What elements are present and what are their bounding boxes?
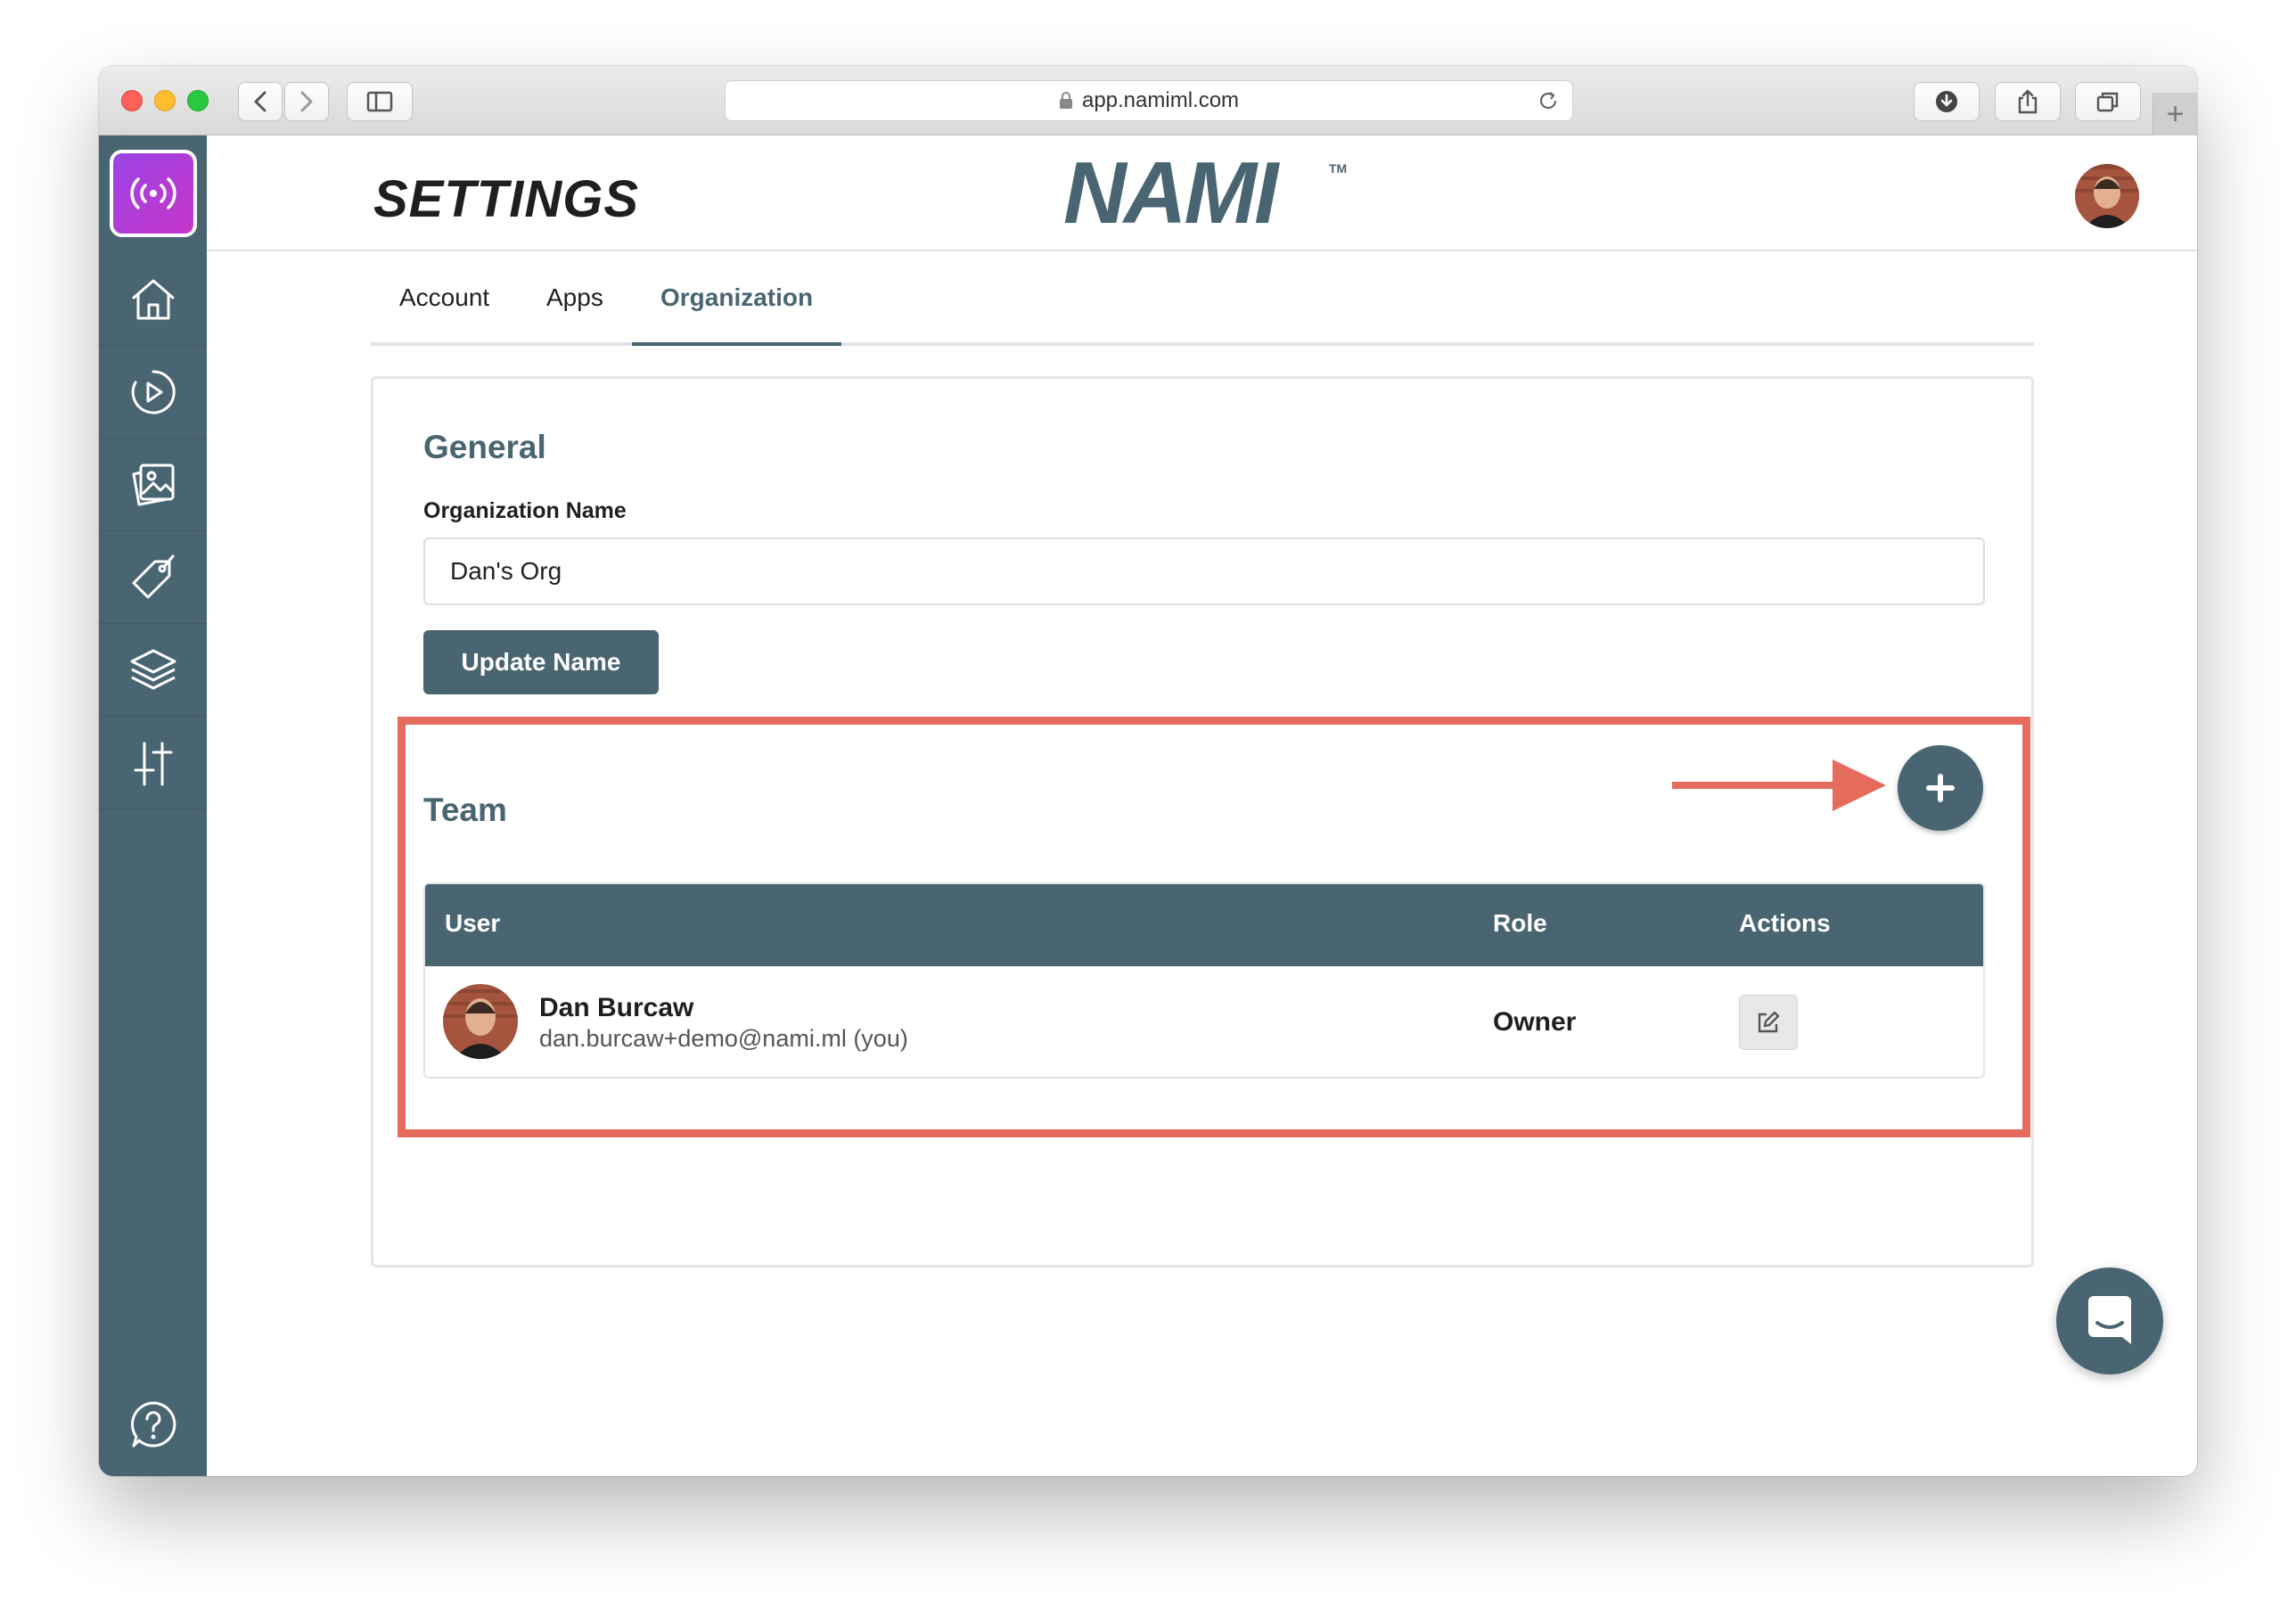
page-header: SETTINGS NAMI TM [207,135,2197,251]
plus-icon [1926,774,1955,802]
member-email: dan.burcaw+demo@nami.ml (you) [539,1025,908,1052]
settings-tabs: Account Apps Organization [371,251,2034,346]
column-header-actions: Actions [1739,909,1831,937]
layers-icon [130,649,176,689]
downloads-button[interactable] [1914,82,1980,121]
tabs-icon [2096,92,2119,112]
minimize-window-button[interactable] [154,90,176,111]
tab-account[interactable]: Account [399,283,489,312]
share-icon [2018,89,2038,114]
sidebar-item-settings[interactable] [99,717,207,809]
add-team-member-button[interactable] [1898,745,1983,831]
home-icon [132,279,174,319]
sliders-icon [134,742,172,785]
sidebar-item-paywalls[interactable] [99,439,207,531]
chat-icon [2088,1296,2131,1344]
sidebar [99,135,207,1476]
browser-window: app.namiml.com + SETTINGS NAMI TM Accoun… [99,66,2197,1476]
edit-icon [1758,1011,1780,1033]
browser-titlebar: app.namiml.com + [99,66,2197,135]
forward-button[interactable] [284,82,329,121]
edit-member-button[interactable] [1739,995,1798,1050]
avatar-image [2075,164,2139,228]
chevron-right-icon [300,91,313,112]
help-icon [130,1401,176,1448]
avatar-image [443,984,518,1059]
org-name-input[interactable] [423,537,1985,605]
address-bar[interactable]: app.namiml.com [725,80,1573,121]
team-table-header: User Role Actions [425,884,1983,966]
reload-icon[interactable] [1537,89,1560,112]
sidebar-item-entitlements[interactable] [99,624,207,717]
brand-text: NAMI [1063,157,1280,228]
sidebar-toggle-button[interactable] [347,82,413,121]
column-header-user: User [445,909,501,937]
active-tab-indicator [632,342,841,346]
plus-icon: + [2166,96,2185,131]
zoom-window-button[interactable] [187,90,209,111]
new-tab-button[interactable]: + [2152,93,2197,135]
play-icon [131,369,176,414]
tab-organization[interactable]: Organization [660,283,813,312]
app-logo[interactable] [110,150,197,237]
column-header-role: Role [1493,909,1547,937]
broadcast-icon [130,177,176,209]
url-text: app.namiml.com [1081,88,1240,112]
chat-launcher-button[interactable] [2056,1268,2163,1374]
tab-apps[interactable]: Apps [546,283,603,312]
page-title: SETTINGS [373,170,640,228]
annotation-arrow [1672,756,1886,819]
sidebar-item-campaigns[interactable] [99,346,207,439]
member-name: Dan Burcaw [539,993,694,1022]
share-button[interactable] [1995,82,2061,121]
member-avatar [443,984,518,1059]
nami-logo[interactable]: NAMI TM [1063,144,1349,242]
gallery-icon [132,464,174,505]
back-button[interactable] [238,82,283,121]
table-row: Dan Burcaw dan.burcaw+demo@nami.ml (you)… [425,966,1983,1077]
trademark-text: TM [1329,161,1347,176]
chevron-left-icon [254,91,266,112]
sidebar-item-products[interactable] [99,531,207,624]
team-section-title: Team [423,792,507,828]
close-window-button[interactable] [121,90,143,111]
update-name-button[interactable]: Update Name [423,630,659,694]
user-avatar[interactable] [2075,164,2139,228]
member-role: Owner [1493,1007,1577,1037]
help-button[interactable] [99,1389,207,1460]
general-section-title: General [423,429,546,465]
organization-card: General Organization Name Update Name Te… [371,376,2034,1268]
sidebar-item-home[interactable] [99,253,207,346]
org-name-label: Organization Name [423,498,627,523]
team-table: User Role Actions Dan Burcaw dan.burcaw+… [423,882,1985,1079]
lock-icon [1059,92,1072,109]
tabs-overview-button[interactable] [2075,82,2141,121]
arrow-right-icon [1672,759,1886,811]
sidebar-icon [366,91,393,112]
tag-icon [132,554,174,598]
download-icon [1936,91,1957,112]
